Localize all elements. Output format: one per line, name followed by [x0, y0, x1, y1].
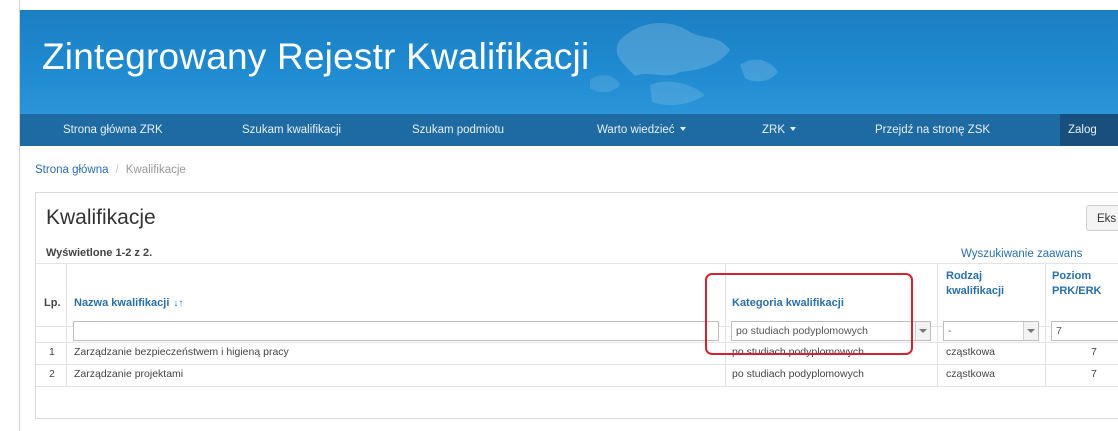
breadcrumb-current: Kwalifikacje — [125, 164, 186, 176]
chevron-down-icon — [1023, 322, 1038, 340]
category-filter-select[interactable]: po studiach podyplomowych — [731, 321, 931, 341]
site-title: Zintegrowany Rejestr Kwalifikacji — [42, 36, 590, 77]
type-filter-select[interactable]: - — [943, 321, 1039, 341]
chevron-down-icon — [790, 127, 796, 131]
chevron-down-icon — [915, 322, 930, 340]
column-header-level-line2: PRK/ERK — [1052, 285, 1102, 297]
breadcrumb: Strona główna / Kwalifikacje — [35, 164, 186, 176]
row-name[interactable]: Zarządzanie bezpieczeństwem i higieną pr… — [74, 346, 289, 358]
table-top-border — [36, 263, 1118, 264]
nav-login-link[interactable]: Zalog — [1068, 114, 1097, 146]
row-type: cząstkowa — [946, 346, 996, 358]
type-filter-value: - — [948, 325, 952, 337]
chevron-down-icon — [679, 127, 686, 131]
nav-worth-knowing-label: Warto wiedzieć — [597, 124, 675, 136]
column-header-name[interactable]: Nazwa kwalifikacji ↓↑ — [74, 296, 183, 311]
panel-title: Kwalifikacje — [46, 206, 156, 229]
column-header-type-line2: kwalifikacji — [946, 285, 1005, 297]
row-divider — [36, 342, 1118, 343]
row-lp: 2 — [49, 368, 55, 380]
column-header-category[interactable]: Kategoria kwalifikacji — [732, 296, 844, 311]
row-divider — [36, 364, 1118, 365]
column-divider — [937, 263, 938, 386]
column-divider — [66, 263, 67, 386]
nav-worth-knowing-dropdown[interactable]: Warto wiedzieć — [597, 114, 686, 146]
page-frame: Zintegrowany Rejestr Kwalifikacji Strona… — [19, 0, 1118, 431]
nav-zsk-link[interactable]: Przejdź na stronę ZSK — [875, 114, 990, 146]
row-level: 7 — [1091, 346, 1097, 358]
column-header-name-label: Nazwa kwalifikacji — [74, 297, 170, 309]
column-header-level-line1: Poziom — [1052, 270, 1092, 282]
row-level: 7 — [1091, 368, 1097, 380]
nav-zrk-label: ZRK — [762, 124, 785, 136]
category-filter-value: po studiach podyplomowych — [736, 325, 868, 337]
row-type: cząstkowa — [946, 368, 996, 380]
column-header-type[interactable]: Rodzaj kwalifikacji — [946, 269, 1004, 299]
nav-search-entity-link[interactable]: Szukam podmiotu — [412, 114, 504, 146]
row-lp: 1 — [49, 346, 55, 358]
nav-home-link[interactable]: Strona główna ZRK — [63, 114, 163, 146]
sort-icon[interactable]: ↓↑ — [173, 296, 183, 311]
level-filter-value: 7 — [1056, 325, 1062, 337]
breadcrumb-separator: / — [115, 164, 119, 176]
row-name[interactable]: Zarządzanie projektami — [74, 368, 183, 380]
row-divider — [36, 386, 1118, 387]
row-category: po studiach podyplomowych — [732, 346, 864, 358]
row-category: po studiach podyplomowych — [732, 368, 864, 380]
results-count: Wyświetlone 1-2 z 2. — [46, 247, 153, 259]
column-header-level[interactable]: Poziom PRK/ERK — [1052, 269, 1102, 299]
main-navbar: Strona główna ZRK Szukam kwalifikacji Sz… — [20, 114, 1118, 146]
advanced-search-link[interactable]: Wyszukiwanie zaawans — [961, 248, 1082, 260]
column-header-type-line1: Rodzaj — [946, 270, 983, 282]
column-header-lp: Lp. — [44, 297, 61, 309]
column-divider — [1045, 263, 1046, 386]
name-filter-input[interactable] — [73, 321, 719, 341]
header-banner: Zintegrowany Rejestr Kwalifikacji — [20, 10, 1118, 114]
export-button[interactable]: Eks — [1086, 205, 1118, 231]
nav-zrk-dropdown[interactable]: ZRK — [762, 114, 796, 146]
qualifications-panel: Kwalifikacje Eks Wyświetlone 1-2 z 2. Wy… — [35, 192, 1118, 419]
europe-map-graphic — [590, 22, 778, 106]
column-divider — [725, 263, 726, 386]
nav-search-qualifications-link[interactable]: Szukam kwalifikacji — [242, 114, 341, 146]
level-filter-select[interactable]: 7 — [1051, 321, 1118, 341]
breadcrumb-home-link[interactable]: Strona główna — [35, 164, 109, 176]
